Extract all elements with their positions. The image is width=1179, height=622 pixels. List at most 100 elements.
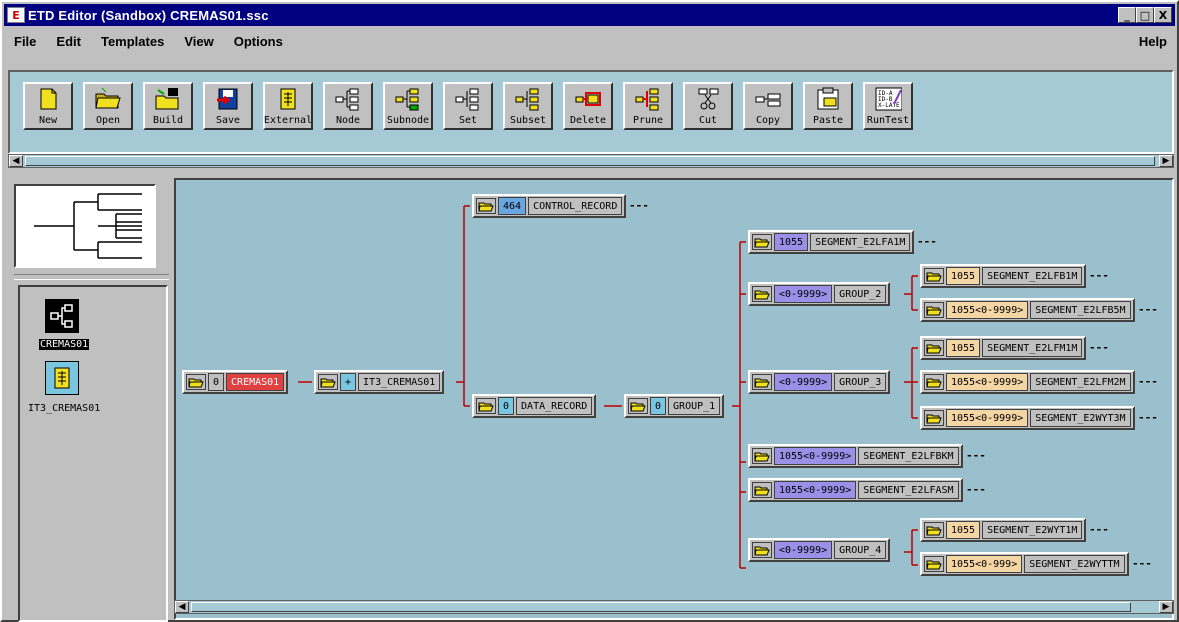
- node-name[interactable]: CREMAS01: [226, 373, 285, 391]
- menu-options[interactable]: Options: [224, 34, 293, 49]
- tree-node-group2[interactable]: <0-9999> GROUP_2: [748, 282, 891, 306]
- node-name[interactable]: SEGMENT_E2WYT1M: [982, 521, 1083, 539]
- node-more-indicator[interactable]: ---: [1089, 269, 1109, 282]
- node-name[interactable]: SEGMENT_E2LFB1M: [982, 267, 1083, 285]
- scrollbar-thumb[interactable]: [25, 156, 1155, 166]
- scroll-right-arrow-icon[interactable]: ▶: [1159, 155, 1173, 167]
- subnode-button[interactable]: Subnode: [383, 82, 433, 130]
- folder-icon[interactable]: [476, 398, 496, 414]
- folder-icon[interactable]: [752, 234, 772, 250]
- subset-button[interactable]: Subset: [503, 82, 553, 130]
- app-icon[interactable]: E: [7, 7, 25, 23]
- set-button[interactable]: Set: [443, 82, 493, 130]
- node-name[interactable]: SEGMENT_E2LFBKM: [858, 447, 959, 465]
- file-label-cremas01[interactable]: CREMAS01: [39, 339, 90, 350]
- tree-overview[interactable]: [14, 184, 156, 268]
- node-more-indicator[interactable]: ---: [917, 235, 937, 248]
- node-name[interactable]: DATA_RECORD: [516, 397, 593, 415]
- menu-templates[interactable]: Templates: [91, 34, 174, 49]
- folder-icon[interactable]: [476, 198, 496, 214]
- node-more-indicator[interactable]: ---: [1132, 557, 1152, 570]
- folder-icon[interactable]: [924, 340, 944, 356]
- tree-node-e2wyt3m[interactable]: 1055<0-9999> SEGMENT_E2WYT3M: [920, 406, 1135, 430]
- folder-icon[interactable]: [752, 542, 772, 558]
- menu-file[interactable]: File: [4, 34, 46, 49]
- pane-splitter[interactable]: [14, 274, 169, 280]
- open-button[interactable]: Open: [83, 82, 133, 130]
- copy-button[interactable]: Copy: [743, 82, 793, 130]
- menu-help[interactable]: Help: [1129, 34, 1175, 49]
- folder-icon[interactable]: [318, 374, 338, 390]
- node-name[interactable]: SEGMENT_E2LFB5M: [1030, 301, 1131, 319]
- tree-node-data[interactable]: 0 DATA_RECORD: [472, 394, 597, 418]
- tree-node-e2lfb5m[interactable]: 1055<0-9999> SEGMENT_E2LFB5M: [920, 298, 1135, 322]
- canvas-scroll-left-icon[interactable]: ◀: [175, 601, 189, 613]
- node-name[interactable]: SEGMENT_E2LFM2M: [1030, 373, 1131, 391]
- save-button[interactable]: Save: [203, 82, 253, 130]
- folder-icon[interactable]: [924, 522, 944, 538]
- node-name[interactable]: IT3_CREMAS01: [358, 373, 441, 391]
- tree-node-e2wyttm[interactable]: 1055<0-999> SEGMENT_E2WYTTM: [920, 552, 1129, 576]
- folder-icon[interactable]: [924, 302, 944, 318]
- tree-node-e2lfb1m[interactable]: 1055 SEGMENT_E2LFB1M: [920, 264, 1087, 288]
- folder-icon[interactable]: [752, 482, 772, 498]
- node-name[interactable]: GROUP_2: [834, 285, 887, 303]
- menu-view[interactable]: View: [174, 34, 223, 49]
- toolbar-scrollbar[interactable]: ◀ ▶: [8, 154, 1174, 168]
- folder-icon[interactable]: [628, 398, 648, 414]
- tree-node-group4[interactable]: <0-9999> GROUP_4: [748, 538, 891, 562]
- folder-icon[interactable]: [924, 374, 944, 390]
- node-name[interactable]: GROUP_3: [834, 373, 887, 391]
- close-button[interactable]: X: [1154, 7, 1172, 23]
- folder-icon[interactable]: [752, 286, 772, 302]
- folder-icon[interactable]: [924, 268, 944, 284]
- node-more-indicator[interactable]: ---: [966, 483, 986, 496]
- cut-button[interactable]: Cut: [683, 82, 733, 130]
- tree-canvas[interactable]: 0 CREMAS01 + IT3_CREMAS01 464 CONTROL_RECORD -…: [174, 178, 1174, 620]
- file-label-it3-cremas01[interactable]: IT3_CREMAS01: [28, 403, 100, 414]
- tree-node-e2lfm1m[interactable]: 1055 SEGMENT_E2LFM1M: [920, 336, 1087, 360]
- node-more-indicator[interactable]: ---: [1138, 411, 1158, 424]
- external-button[interactable]: External: [263, 82, 313, 130]
- node-name[interactable]: SEGMENT_E2LFA1M: [810, 233, 911, 251]
- folder-icon[interactable]: [186, 374, 206, 390]
- external-etd-icon[interactable]: [45, 361, 79, 395]
- folder-icon[interactable]: [752, 448, 772, 464]
- node-more-indicator[interactable]: ---: [629, 199, 649, 212]
- node-more-indicator[interactable]: ---: [1138, 303, 1158, 316]
- node-more-indicator[interactable]: ---: [1138, 375, 1158, 388]
- minimize-button[interactable]: _: [1118, 7, 1136, 23]
- title-bar[interactable]: E ETD Editor (Sandbox) CREMAS01.ssc _ □ …: [4, 4, 1175, 26]
- canvas-scrollbar[interactable]: ◀ ▶: [174, 600, 1174, 614]
- node-name[interactable]: SEGMENT_E2WYTTM: [1024, 555, 1125, 573]
- node-button[interactable]: Node: [323, 82, 373, 130]
- node-more-indicator[interactable]: ---: [966, 449, 986, 462]
- node-name[interactable]: SEGMENT_E2LFASM: [858, 481, 959, 499]
- folder-icon[interactable]: [752, 374, 772, 390]
- tree-node-group3[interactable]: <0-9999> GROUP_3: [748, 370, 891, 394]
- folder-icon[interactable]: [924, 556, 944, 572]
- folder-icon[interactable]: [924, 410, 944, 426]
- tree-node-root[interactable]: 0 CREMAS01: [182, 370, 289, 394]
- node-name[interactable]: SEGMENT_E2WYT3M: [1030, 409, 1131, 427]
- scroll-left-arrow-icon[interactable]: ◀: [9, 155, 23, 167]
- prune-button[interactable]: Prune: [623, 82, 673, 130]
- node-name[interactable]: GROUP_1: [668, 397, 721, 415]
- canvas-scroll-right-icon[interactable]: ▶: [1159, 601, 1173, 613]
- tree-node-e2wyt1m[interactable]: 1055 SEGMENT_E2WYT1M: [920, 518, 1087, 542]
- canvas-scrollbar-thumb[interactable]: [191, 602, 1131, 612]
- tree-node-e2lfasm[interactable]: 1055<0-9999> SEGMENT_E2LFASM: [748, 478, 963, 502]
- node-name[interactable]: GROUP_4: [834, 541, 887, 559]
- node-more-indicator[interactable]: ---: [1089, 523, 1109, 536]
- etd-tree-icon[interactable]: [45, 299, 79, 333]
- node-more-indicator[interactable]: ---: [1089, 341, 1109, 354]
- tree-node-e2lfbkm[interactable]: 1055<0-9999> SEGMENT_E2LFBKM: [748, 444, 963, 468]
- paste-button[interactable]: Paste: [803, 82, 853, 130]
- tree-node-control[interactable]: 464 CONTROL_RECORD: [472, 194, 627, 218]
- delete-button[interactable]: Delete: [563, 82, 613, 130]
- tree-node-it3[interactable]: + IT3_CREMAS01: [314, 370, 445, 394]
- menu-edit[interactable]: Edit: [46, 34, 91, 49]
- maximize-button[interactable]: □: [1136, 7, 1154, 23]
- tree-node-e2lfa1m[interactable]: 1055 SEGMENT_E2LFA1M: [748, 230, 915, 254]
- new-button[interactable]: New: [23, 82, 73, 130]
